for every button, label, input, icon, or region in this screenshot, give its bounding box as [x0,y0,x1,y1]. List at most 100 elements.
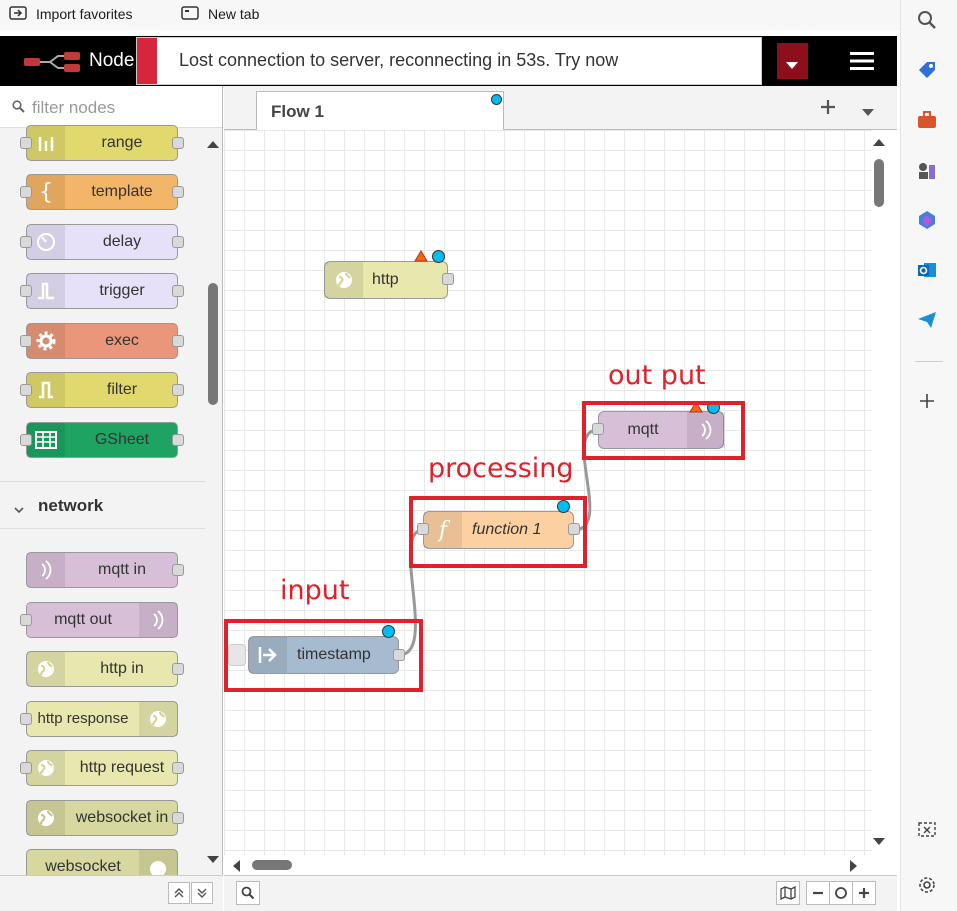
input-port [20,236,32,248]
canvas-vscroll-thumb[interactable] [874,159,884,207]
highlight-box-input [224,619,423,692]
add-icon[interactable] [915,389,939,413]
palette-node-range[interactable]: range [26,125,178,161]
zoom-reset-button[interactable] [829,881,853,905]
palette-node-delay[interactable]: delay [26,224,178,260]
search-icon [241,886,255,900]
deploy-menu-button[interactable] [777,43,808,79]
filter-placeholder: filter nodes [32,98,116,117]
filter-icon [27,373,65,407]
palette-node-exec[interactable]: exec [26,323,178,359]
palette-node-mqtt-in[interactable]: mqtt in [26,552,178,588]
output-port [172,663,184,675]
palette-node-mqtt-out[interactable]: mqtt out [26,602,178,638]
palette-node-websocket-in[interactable]: websocket in [26,800,178,836]
globe-icon [139,702,177,736]
collapse-all-button[interactable] [168,882,190,904]
annotation-processing: processing [428,453,574,484]
node-red-logo-icon [24,50,84,79]
input-port [20,762,32,774]
search-icon[interactable] [915,8,939,32]
search-flows-button[interactable] [236,881,260,905]
scroll-up-icon[interactable] [207,140,219,148]
sidebar-divider [915,361,943,362]
palette-node-http-request[interactable]: http request [26,750,178,786]
input-port [20,335,32,347]
zoom-out-button[interactable] [806,881,830,905]
chevrons-up-icon [174,888,184,898]
changed-indicator [432,250,445,263]
globe-icon [325,262,363,298]
category-network-header[interactable]: network [0,481,205,529]
output-port [172,186,184,198]
hamburger-icon [850,51,874,76]
main-menu-button[interactable] [840,46,880,76]
output-port [172,236,184,248]
zoom-in-button[interactable] [852,881,876,905]
new-tab-link[interactable]: New tab [180,4,259,24]
add-flow-button[interactable] [820,99,836,120]
output-port [172,384,184,396]
navigator-button[interactable] [776,881,800,905]
flow-list-button[interactable] [862,104,874,122]
circle-icon [835,887,847,899]
connection-notification[interactable]: Lost connection to server, reconnecting … [136,37,762,85]
palette-node-filter[interactable]: filter [26,372,178,408]
palette-scrollbar[interactable] [206,134,220,911]
import-favorites-icon [8,4,28,25]
palette-node-label: mqtt out [54,611,112,628]
new-tab-icon [180,4,200,25]
gear-icon [27,324,65,358]
input-port [20,186,32,198]
palette-filter[interactable]: filter nodes [0,86,222,128]
trigger-icon [27,274,65,308]
palette-scroll-thumb[interactable] [208,283,218,405]
radio-waves-icon [139,603,177,637]
toolbox-icon[interactable] [915,108,939,132]
output-port [172,762,184,774]
tag-icon[interactable] [915,58,939,82]
palette-node-http-in[interactable]: http in [26,651,178,687]
outlook-icon[interactable] [915,258,939,282]
palette-node-gsheet[interactable]: GSheet [26,422,178,458]
highlight-box-output [582,401,745,460]
chess-icon[interactable] [915,158,939,182]
scroll-up-icon[interactable] [873,138,885,146]
output-port[interactable] [442,273,454,285]
annotation-output: out put [608,360,706,391]
scroll-right-icon[interactable] [850,860,858,872]
chevrons-down-icon [197,888,207,898]
palette-node-trigger[interactable]: trigger [26,273,178,309]
app-title: Node [89,50,135,71]
settings-icon[interactable] [915,873,939,897]
flow-canvas[interactable]: http mqtt f function 1 timestamp out put… [224,130,872,855]
canvas-hscroll-thumb[interactable] [252,860,292,870]
input-port [20,713,32,725]
canvas-horizontal-scrollbar[interactable] [224,855,888,875]
send-icon[interactable] [915,308,939,332]
palette-node-template[interactable]: { template [26,174,178,210]
range-icon [27,126,65,160]
input-port [20,137,32,149]
palette-node-http-response[interactable]: http response [26,701,178,737]
import-favorites-link[interactable]: Import favorites [8,4,132,24]
search-icon [12,100,25,118]
input-port [20,434,32,446]
copilot-icon[interactable] [915,208,939,232]
scroll-down-icon[interactable] [207,856,219,864]
browser-sidebar [900,0,957,911]
expand-all-button[interactable] [191,882,213,904]
palette-footer [0,875,223,911]
warning-triangle-icon [414,250,428,262]
scroll-down-icon[interactable] [873,838,885,846]
favorites-bar: Import favorites New tab [0,0,900,30]
flow-node-http[interactable]: http [324,261,448,299]
palette-node-label: http in [100,660,144,677]
scroll-left-icon[interactable] [232,860,240,872]
tab-flow-1[interactable]: Flow 1 [256,91,504,130]
output-port [172,434,184,446]
screenshot-icon[interactable] [915,818,939,842]
minus-icon [813,891,823,895]
canvas-vertical-scrollbar[interactable] [872,130,888,855]
map-icon [780,886,796,900]
